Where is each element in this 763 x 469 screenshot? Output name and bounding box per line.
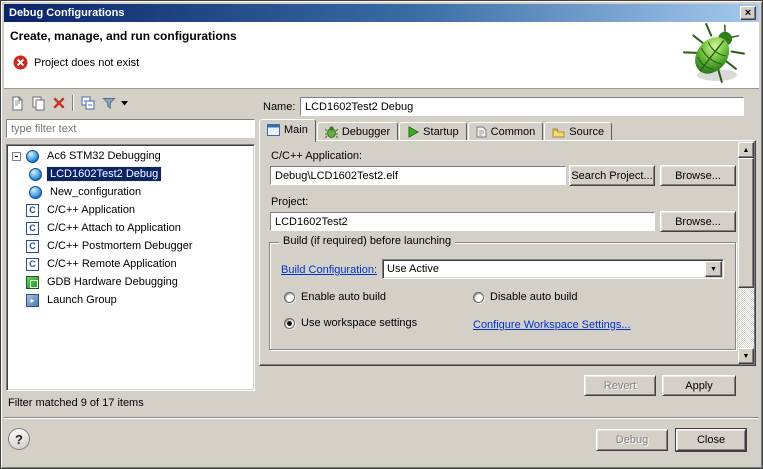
debug-bug-graphic — [681, 23, 747, 90]
enable-auto-build-option[interactable]: Enable auto build — [284, 291, 386, 303]
tab-common[interactable]: Common — [467, 122, 544, 141]
tab-startup[interactable]: Startup — [399, 122, 467, 141]
delete-configuration-icon[interactable] — [48, 94, 69, 113]
debugger-tab-icon — [324, 126, 338, 138]
help-icon[interactable]: ? — [8, 428, 30, 450]
build-configuration-combo[interactable]: Use Active ▼ — [382, 259, 724, 279]
scrollbar-thumb[interactable] — [738, 158, 754, 288]
new-configuration-icon[interactable] — [6, 94, 27, 113]
revert-button[interactable]: Revert — [584, 375, 656, 396]
configure-workspace-settings-link[interactable]: Configure Workspace Settings... — [473, 319, 631, 331]
apply-button[interactable]: Apply — [662, 375, 736, 396]
use-workspace-settings-option[interactable]: Use workspace settings — [284, 317, 417, 329]
close-icon[interactable]: × — [740, 6, 756, 20]
page-title: Create, manage, and run configurations — [10, 29, 237, 43]
filter-input-wrap — [6, 119, 255, 138]
launch-config-icon — [28, 185, 43, 199]
selected-tree-label: LCD1602Test2 Debug — [45, 166, 163, 182]
tree-item-new-configuration[interactable]: New_configuration — [7, 183, 254, 201]
error-icon — [13, 55, 28, 70]
name-field-wrap — [300, 97, 744, 116]
ac6-debug-type-icon — [25, 149, 40, 163]
title-bar: Debug Configurations × — [4, 4, 759, 22]
use-workspace-settings-radio[interactable] — [284, 317, 295, 329]
c-application-icon — [25, 221, 40, 235]
c-application-icon — [25, 203, 40, 217]
collapse-all-icon[interactable] — [77, 94, 98, 113]
build-configuration-link[interactable]: Build Configuration: — [281, 264, 377, 276]
duplicate-configuration-icon[interactable] — [27, 94, 48, 113]
filter-icon[interactable] — [98, 94, 119, 113]
filter-status-text: Filter matched 9 of 17 items — [8, 397, 144, 409]
footer-separator — [4, 417, 759, 419]
tree-item-cpp-postmortem[interactable]: C/C++ Postmortem Debugger — [7, 237, 254, 255]
tab-debugger[interactable]: Debugger — [316, 122, 399, 141]
c-application-icon — [25, 239, 40, 253]
launch-config-icon — [28, 167, 43, 181]
source-tab-icon — [552, 128, 565, 137]
tab-main[interactable]: Main — [259, 119, 316, 142]
launch-group-icon — [25, 293, 40, 307]
build-group-title: Build (if required) before launching — [279, 235, 456, 247]
dialog-header: Create, manage, and run configurations P… — [4, 22, 759, 89]
main-tab-panel: C/C++ Application: Search Project... Bro… — [259, 140, 756, 366]
scroll-down-icon[interactable]: ▼ — [738, 348, 754, 364]
collapse-expander-icon[interactable] — [12, 151, 21, 161]
window-title: Debug Configurations — [9, 7, 125, 19]
search-project-button[interactable]: Search Project... — [569, 165, 655, 186]
tree-item-gdb-hardware[interactable]: GDB Hardware Debugging — [7, 273, 254, 291]
combo-selected-value: Use Active — [387, 263, 439, 275]
project-field-wrap — [270, 212, 655, 231]
tree-item-lcd1602test2-debug[interactable]: LCD1602Test2 Debug — [7, 165, 254, 183]
name-input[interactable] — [301, 98, 743, 115]
project-input[interactable] — [271, 213, 654, 230]
tree-item-cpp-attach[interactable]: C/C++ Attach to Application — [7, 219, 254, 237]
project-label: Project: — [271, 196, 309, 208]
launch-toolbar — [6, 93, 130, 113]
c-application-icon — [25, 257, 40, 271]
combo-dropdown-icon[interactable]: ▼ — [705, 261, 722, 277]
tree-item-launch-group[interactable]: Launch Group — [7, 291, 254, 309]
tree-item-cpp-application[interactable]: C/C++ Application — [7, 201, 254, 219]
name-label: Name: — [263, 101, 296, 113]
close-button[interactable]: Close — [675, 428, 747, 452]
tree-item-ac6-stm32[interactable]: Ac6 STM32 Debugging — [7, 147, 254, 165]
application-label: C/C++ Application: — [271, 150, 363, 162]
toolbar-separator — [72, 95, 74, 111]
debug-configurations-dialog: Debug Configurations × Create, manage, a… — [0, 0, 763, 469]
scroll-up-icon[interactable]: ▲ — [738, 142, 754, 158]
gdb-hardware-icon — [25, 275, 40, 289]
startup-tab-icon — [408, 126, 420, 138]
error-message-row: Project does not exist — [13, 55, 139, 70]
config-tab-bar: Main Debugger Startup Common Source — [259, 118, 613, 142]
tree-item-cpp-remote[interactable]: C/C++ Remote Application — [7, 255, 254, 273]
tab-panel-scrollbar[interactable]: ▲ ▼ — [738, 142, 754, 364]
application-field-wrap — [270, 166, 566, 185]
application-input[interactable] — [271, 167, 565, 184]
launch-configurations-tree[interactable]: Ac6 STM32 Debugging LCD1602Test2 Debug N… — [6, 144, 255, 391]
main-tab-icon — [267, 124, 280, 136]
enable-auto-build-radio[interactable] — [284, 291, 295, 303]
disable-auto-build-radio[interactable] — [473, 291, 484, 303]
filter-input[interactable] — [7, 120, 254, 137]
debug-button[interactable]: Debug — [596, 429, 668, 451]
disable-auto-build-option[interactable]: Disable auto build — [473, 291, 577, 303]
project-browse-button[interactable]: Browse... — [660, 211, 736, 232]
tab-source[interactable]: Source — [544, 122, 613, 141]
error-text: Project does not exist — [34, 56, 140, 69]
filter-menu-dropdown-icon[interactable] — [119, 94, 130, 113]
application-browse-button[interactable]: Browse... — [660, 165, 736, 186]
common-tab-icon — [476, 126, 487, 138]
build-group: Build (if required) before launching Bui… — [269, 235, 736, 350]
